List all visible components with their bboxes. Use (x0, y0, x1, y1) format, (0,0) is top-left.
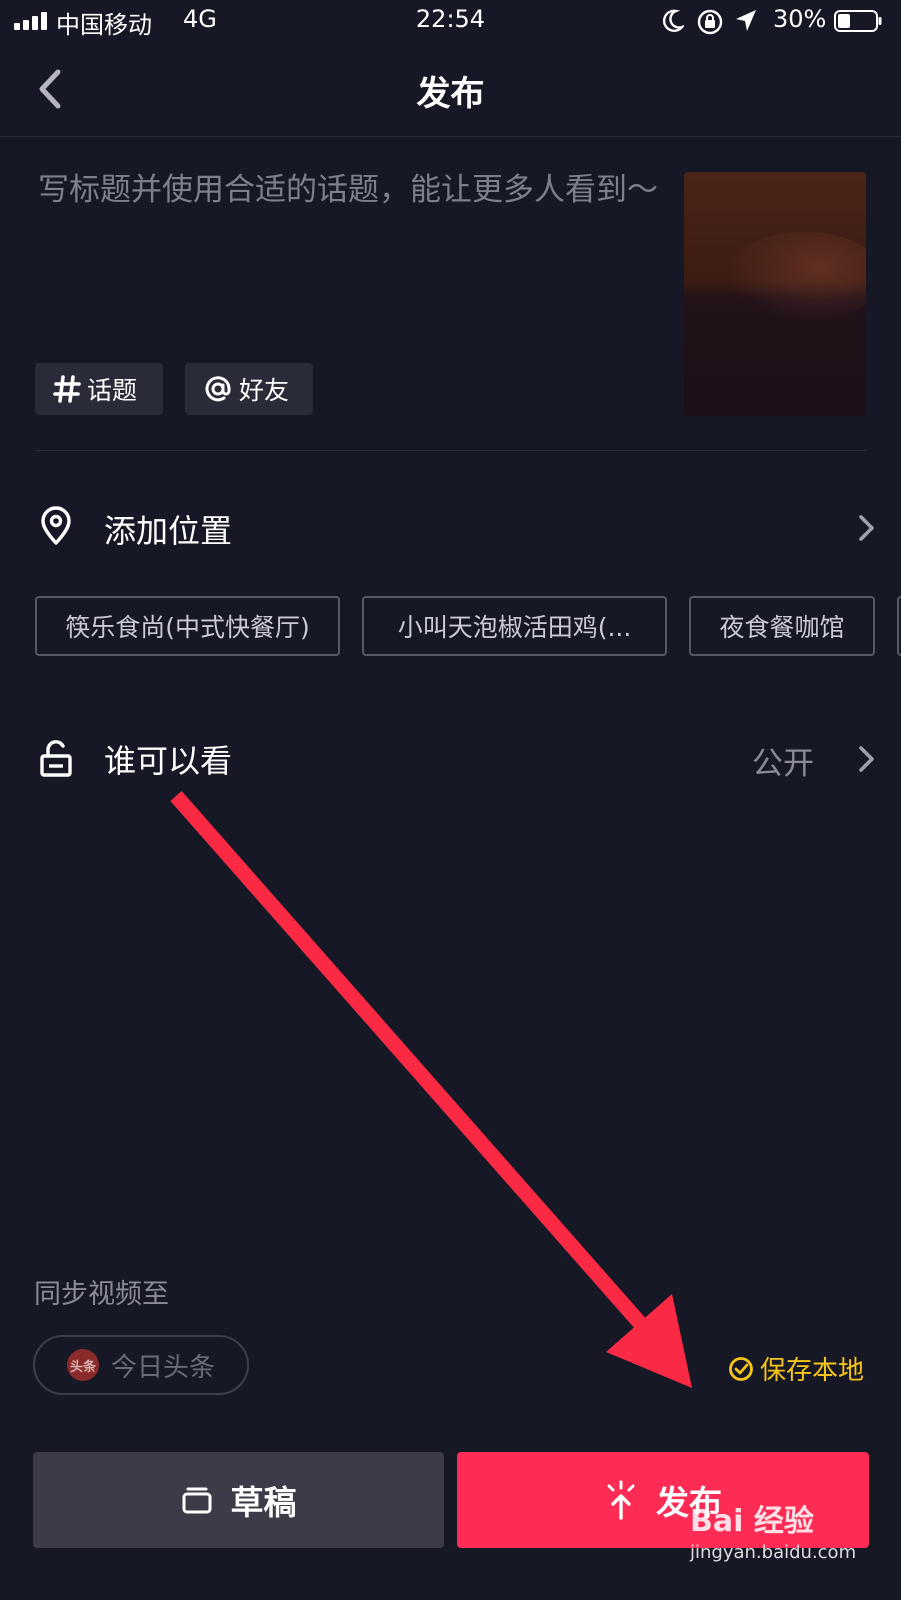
header-divider (0, 136, 901, 137)
moon-icon (662, 9, 684, 32)
watermark-url: jingyan.baidu.com (690, 1542, 857, 1563)
save-local-toggle[interactable]: 保存本地 (728, 1350, 864, 1387)
draft-label: 草稿 (230, 1483, 297, 1522)
watermark-brand: Bai 经验 (690, 1504, 814, 1539)
mention-friend-button[interactable]: 好友 (185, 363, 313, 415)
add-location-row[interactable]: 添加位置 (0, 486, 901, 566)
location-suggestion-overflow[interactable] (897, 596, 901, 656)
location-suggestion[interactable]: 筷乐食尚(中式快餐厅) (35, 596, 340, 656)
status-bar: 中国移动 4G 22:54 30% (0, 0, 901, 44)
check-circle-icon (729, 1356, 753, 1381)
draft-button[interactable]: 草稿 (33, 1452, 444, 1548)
save-local-label: 保存本地 (760, 1356, 865, 1386)
privacy-value: 公开 (752, 746, 814, 782)
privacy-row[interactable]: 谁可以看 公开 (0, 712, 901, 798)
friend-label: 好友 (239, 376, 290, 405)
location-pin-icon (41, 506, 71, 545)
topic-button[interactable]: 话题 (35, 363, 163, 415)
hash-icon (53, 375, 81, 403)
toutiao-logo: 头条 (67, 1349, 99, 1381)
clock: 22:54 (415, 5, 486, 33)
location-suggestion[interactable]: 夜食餐咖馆 (689, 596, 875, 656)
draft-box-icon (182, 1487, 211, 1514)
section-divider (35, 450, 867, 451)
upload-sparkle-icon (607, 1480, 635, 1520)
video-thumbnail[interactable] (684, 172, 866, 416)
caption-input[interactable]: 写标题并使用合适的话题，能让更多人看到～ (38, 170, 658, 210)
at-icon (205, 376, 231, 402)
chevron-right-icon (859, 746, 874, 772)
topic-label: 话题 (87, 376, 138, 405)
battery-percent: 30% (773, 5, 827, 33)
sync-toutiao-toggle[interactable]: 头条 今日头条 (33, 1335, 249, 1395)
sync-label: 同步视频至 (34, 1279, 169, 1310)
sync-target-label: 今日头条 (111, 1352, 216, 1383)
location-arrow-icon (736, 10, 756, 31)
battery-icon (834, 10, 882, 32)
page-title: 发布 (416, 74, 485, 114)
rotation-lock-icon (697, 9, 723, 35)
watermark: Bai 经验 jingyan.baidu.com (690, 1496, 890, 1586)
unlock-icon (40, 740, 72, 777)
add-location-label: 添加位置 (104, 512, 233, 550)
privacy-label: 谁可以看 (104, 742, 233, 780)
location-suggestion[interactable]: 小叫天泡椒活田鸡(... (362, 596, 667, 656)
thumbnail-image (724, 232, 866, 322)
chevron-right-icon (859, 515, 874, 541)
